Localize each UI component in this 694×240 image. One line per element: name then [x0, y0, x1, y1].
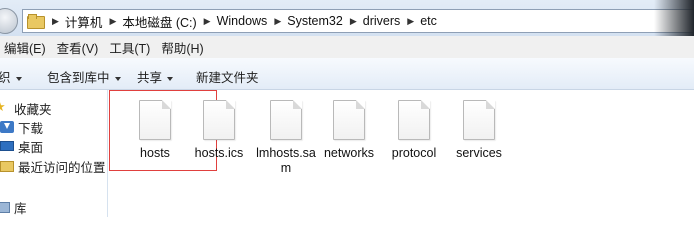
chevron-down-icon	[167, 76, 174, 81]
breadcrumb-separator-icon[interactable]: ▶	[274, 16, 281, 27]
desktop-icon	[0, 141, 14, 151]
command-bar: 织 包含到库中 共享 新建文件夹	[0, 58, 694, 90]
file-item-networks[interactable]: networks	[314, 100, 384, 161]
organize-label: 织	[0, 71, 11, 85]
file-icon	[333, 100, 365, 140]
organize-button[interactable]: 织	[0, 67, 22, 86]
new-folder-button[interactable]: 新建文件夹	[196, 67, 259, 86]
sidebar-item-label: 收藏夹	[14, 102, 52, 117]
folder-icon	[27, 14, 45, 29]
download-icon	[0, 121, 14, 133]
breadcrumb-local-disk[interactable]: 本地磁盘 (C:)	[122, 12, 196, 31]
file-icon	[203, 100, 235, 140]
back-button[interactable]	[0, 8, 18, 34]
file-item-lmhosts-sam[interactable]: lmhosts.sam	[251, 100, 321, 176]
file-item-services[interactable]: services	[444, 100, 514, 161]
chevron-down-icon	[114, 76, 121, 81]
breadcrumb-separator-icon[interactable]: ▶	[204, 16, 211, 27]
recent-places-icon	[0, 160, 14, 172]
sidebar-item-label: 桌面	[18, 140, 44, 155]
address-bar-row: ▶ 计算机 ▶ 本地磁盘 (C:) ▶ Windows ▶ System32 ▶…	[0, 0, 694, 36]
file-item-hosts[interactable]: hosts	[120, 100, 190, 161]
file-name: hosts	[140, 146, 170, 160]
navigation-pane: 收藏夹 下载 桌面 最近访问的位置 库	[0, 90, 108, 217]
menu-help[interactable]: 帮助(H)	[161, 38, 203, 57]
file-icon	[270, 100, 302, 140]
file-item-hosts-ics[interactable]: hosts.ics	[184, 100, 254, 161]
breadcrumb-drivers[interactable]: drivers	[363, 14, 401, 28]
breadcrumb-etc[interactable]: etc	[420, 14, 437, 28]
file-icon	[398, 100, 430, 140]
file-list-pane: hosts hosts.ics lmhosts.sam networks pro…	[109, 90, 694, 217]
menu-bar: 编辑(E) 查看(V) 工具(T) 帮助(H)	[0, 36, 694, 58]
star-icon	[0, 99, 10, 115]
share-label: 共享	[137, 71, 163, 85]
sidebar-item-favorites[interactable]: 收藏夹	[0, 99, 52, 117]
sidebar-item-recent-places[interactable]: 最近访问的位置	[0, 157, 106, 175]
file-name: hosts.ics	[194, 146, 244, 160]
breadcrumb-windows[interactable]: Windows	[217, 14, 268, 28]
sidebar-item-desktop[interactable]: 桌面	[0, 137, 43, 155]
menu-tools[interactable]: 工具(T)	[109, 38, 150, 57]
menu-view[interactable]: 查看(V)	[57, 38, 99, 57]
sidebar-item-downloads[interactable]: 下载	[0, 118, 43, 136]
address-bar[interactable]: ▶ 计算机 ▶ 本地磁盘 (C:) ▶ Windows ▶ System32 ▶…	[22, 9, 694, 33]
file-icon	[139, 100, 171, 140]
chevron-down-icon	[15, 76, 22, 81]
share-button[interactable]: 共享	[137, 67, 174, 86]
breadcrumb-separator-icon[interactable]: ▶	[350, 16, 357, 27]
file-name: networks	[323, 146, 375, 160]
breadcrumb-separator-icon[interactable]: ▶	[407, 16, 414, 27]
window-edge	[654, 0, 694, 36]
file-item-protocol[interactable]: protocol	[379, 100, 449, 161]
file-name: services	[456, 146, 502, 160]
sidebar-item-label: 最近访问的位置	[18, 160, 106, 175]
file-icon	[463, 100, 495, 140]
file-name: lmhosts.sam	[256, 146, 316, 175]
breadcrumb-system32[interactable]: System32	[287, 14, 343, 28]
breadcrumb-separator-icon[interactable]: ▶	[109, 16, 116, 27]
breadcrumb-separator-icon[interactable]: ▶	[52, 16, 59, 27]
library-icon	[0, 201, 10, 213]
file-name: protocol	[391, 146, 437, 160]
sidebar-item-label: 下载	[18, 121, 44, 136]
sidebar-item-libraries[interactable]: 库	[0, 198, 27, 216]
include-library-label: 包含到库中	[47, 71, 110, 85]
menu-edit[interactable]: 编辑(E)	[4, 38, 46, 57]
sidebar-item-label: 库	[14, 201, 27, 216]
breadcrumb-computer[interactable]: 计算机	[65, 12, 103, 31]
include-in-library-button[interactable]: 包含到库中	[47, 67, 121, 86]
